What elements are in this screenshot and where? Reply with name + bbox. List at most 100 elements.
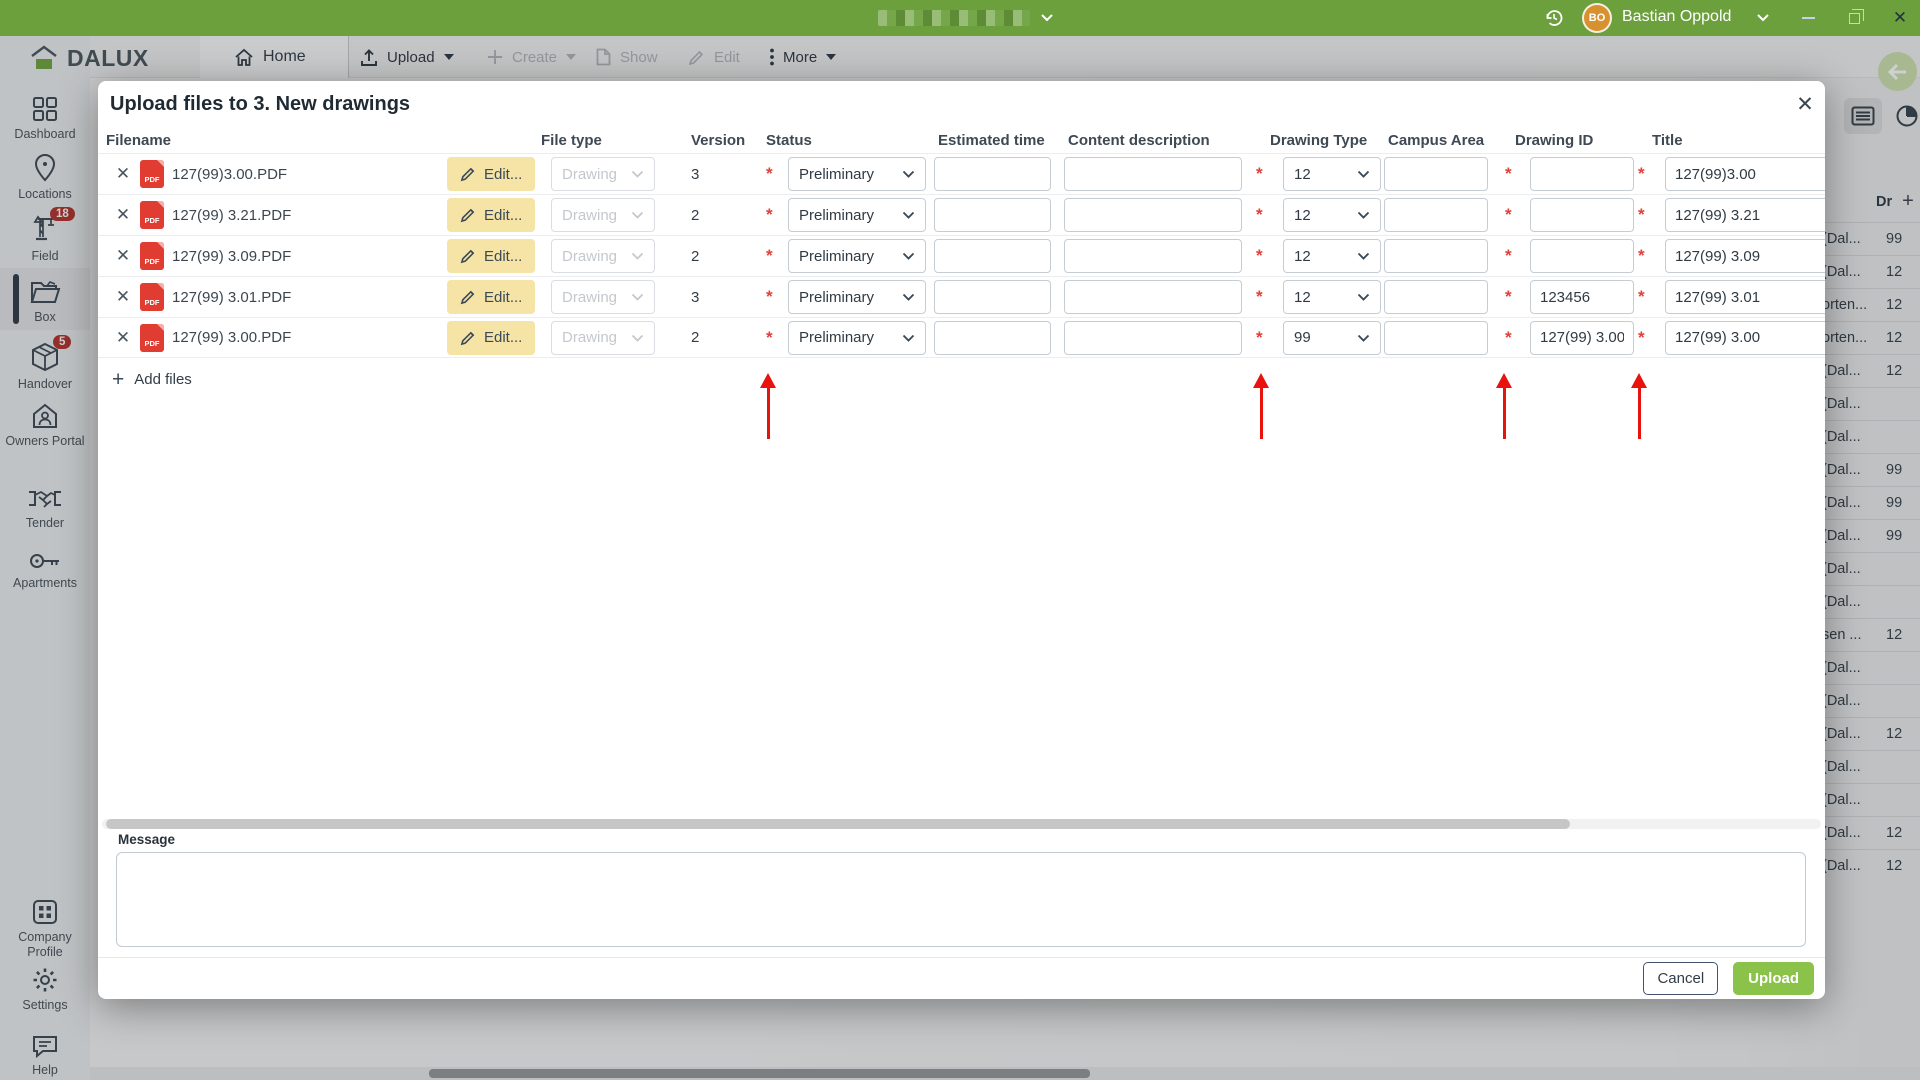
version-text: 3 (691, 166, 699, 183)
drawing-id-input[interactable] (1530, 198, 1634, 232)
status-select[interactable]: Preliminary (788, 239, 926, 273)
filename-text: 127(99) 3.21.PDF (172, 207, 291, 224)
drawing-type-select[interactable]: 12 (1283, 280, 1381, 314)
remove-file-icon[interactable]: ✕ (116, 164, 130, 184)
chevron-down-icon (631, 334, 644, 342)
drawing-type-select[interactable]: 12 (1283, 198, 1381, 232)
content-description-input[interactable] (1064, 280, 1242, 314)
campus-area-input[interactable] (1384, 198, 1488, 232)
campus-area-input[interactable] (1384, 157, 1488, 191)
message-textarea[interactable] (116, 852, 1806, 947)
avatar[interactable]: BO (1582, 3, 1612, 33)
required-asterisk: * (1256, 246, 1266, 266)
required-asterisk: * (1505, 328, 1515, 348)
project-chevron-down-icon[interactable] (1040, 13, 1054, 22)
drawing-id-input[interactable] (1530, 321, 1634, 355)
add-files-button[interactable]: + Add files (112, 369, 192, 390)
chevron-down-icon (631, 211, 644, 219)
drawing-type-select[interactable]: 99 (1283, 321, 1381, 355)
required-asterisk: * (1638, 328, 1648, 348)
content-description-input[interactable] (1064, 157, 1242, 191)
edit-button[interactable]: Edit... (447, 321, 535, 355)
content-description-input[interactable] (1064, 198, 1242, 232)
remove-file-icon[interactable]: ✕ (116, 205, 130, 225)
column-header-filename: Filename (106, 132, 447, 149)
filename-text: 127(99) 3.01.PDF (172, 289, 291, 306)
required-asterisk: * (766, 205, 776, 225)
edit-button[interactable]: Edit... (447, 239, 535, 273)
status-select[interactable]: Preliminary (788, 157, 926, 191)
chevron-down-icon (631, 293, 644, 301)
estimated-time-input[interactable] (934, 239, 1051, 273)
file-type-select: Drawing (551, 239, 655, 273)
estimated-time-input[interactable] (934, 321, 1051, 355)
campus-area-input[interactable] (1384, 280, 1488, 314)
upload-button[interactable]: Upload (1733, 962, 1814, 995)
drawing-type-select[interactable]: 12 (1283, 239, 1381, 273)
title-input[interactable] (1665, 198, 1825, 232)
column-header-campus-area: Campus Area (1384, 132, 1501, 149)
modal-close-icon[interactable]: ✕ (1790, 89, 1820, 119)
title-input[interactable] (1665, 239, 1825, 273)
drawing-id-input[interactable] (1530, 239, 1634, 273)
pdf-file-icon: PDF (140, 283, 164, 311)
title-input[interactable] (1665, 321, 1825, 355)
drawing-id-input[interactable] (1530, 157, 1634, 191)
user-chevron-down-icon[interactable] (1756, 13, 1770, 22)
pdf-file-icon: PDF (140, 324, 164, 352)
status-select[interactable]: Preliminary (788, 198, 926, 232)
drawing-type-select[interactable]: 12 (1283, 157, 1381, 191)
column-header-title: Title (1636, 132, 1825, 149)
file-row: ✕ PDF 127(99)3.00.PDF Edit... Drawing 3 … (98, 153, 1825, 194)
required-asterisk: * (1505, 246, 1515, 266)
remove-file-icon[interactable]: ✕ (116, 287, 130, 307)
estimated-time-input[interactable] (934, 280, 1051, 314)
edit-button[interactable]: Edit... (447, 198, 535, 232)
user-name[interactable]: Bastian Oppold (1622, 8, 1731, 26)
modal-footer: Cancel Upload (98, 957, 1825, 999)
status-select[interactable]: Preliminary (788, 321, 926, 355)
history-icon[interactable] (1543, 7, 1565, 29)
window-minimize-button[interactable] (1786, 0, 1830, 36)
required-asterisk: * (1638, 287, 1648, 307)
content-description-input[interactable] (1064, 321, 1242, 355)
pencil-icon (460, 289, 476, 305)
file-type-select: Drawing (551, 280, 655, 314)
title-input[interactable] (1665, 157, 1825, 191)
chevron-down-icon (902, 170, 915, 178)
window-restore-button[interactable] (1832, 0, 1876, 36)
file-type-select: Drawing (551, 157, 655, 191)
estimated-time-input[interactable] (934, 157, 1051, 191)
column-header-status: Status (766, 132, 934, 149)
estimated-time-input[interactable] (934, 198, 1051, 232)
restore-icon (1849, 13, 1860, 24)
file-row: ✕ PDF 127(99) 3.01.PDF Edit... Drawing 3… (98, 276, 1825, 317)
modal-scrollbar-thumb[interactable] (106, 819, 1570, 829)
content-description-input[interactable] (1064, 239, 1242, 273)
drawing-id-input[interactable] (1530, 280, 1634, 314)
window-close-button[interactable]: ✕ (1878, 0, 1920, 36)
title-input[interactable] (1665, 280, 1825, 314)
version-text: 2 (691, 207, 699, 224)
cancel-button[interactable]: Cancel (1643, 962, 1718, 995)
chevron-down-icon (1357, 252, 1370, 260)
edit-button[interactable]: Edit... (447, 157, 535, 191)
edit-button[interactable]: Edit... (447, 280, 535, 314)
campus-area-input[interactable] (1384, 239, 1488, 273)
upload-files-modal: Upload files to 3. New drawings ✕ Filena… (98, 81, 1825, 999)
chevron-down-icon (902, 211, 915, 219)
file-row: ✕ PDF 127(99) 3.21.PDF Edit... Drawing 2… (98, 194, 1825, 235)
file-type-select: Drawing (551, 321, 655, 355)
project-name-redacted[interactable] (878, 10, 1030, 26)
chevron-down-icon (631, 170, 644, 178)
required-asterisk: * (1256, 205, 1266, 225)
remove-file-icon[interactable]: ✕ (116, 328, 130, 348)
campus-area-input[interactable] (1384, 321, 1488, 355)
column-header-drawing-type: Drawing Type (1256, 132, 1384, 149)
column-header-estimated-time: Estimated time (934, 132, 1064, 149)
version-text: 3 (691, 289, 699, 306)
status-select[interactable]: Preliminary (788, 280, 926, 314)
pencil-icon (460, 248, 476, 264)
remove-file-icon[interactable]: ✕ (116, 246, 130, 266)
chevron-down-icon (902, 334, 915, 342)
